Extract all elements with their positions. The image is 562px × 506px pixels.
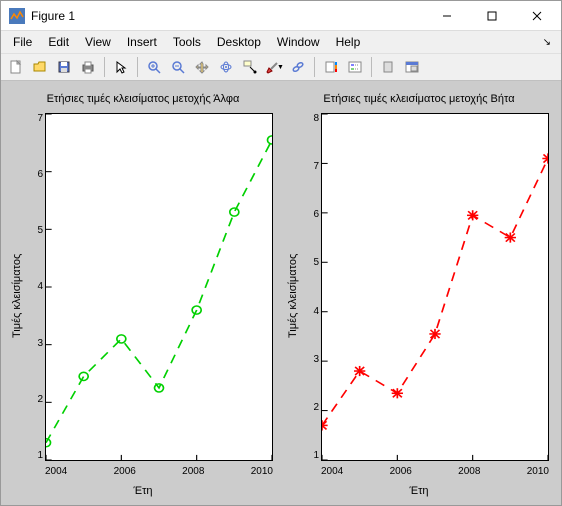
x-ticks: 2004200620082010 <box>321 466 549 477</box>
toolbar: ▼ <box>1 53 561 81</box>
menu-desktop[interactable]: Desktop <box>209 33 269 51</box>
menu-window[interactable]: Window <box>269 33 328 51</box>
open-button[interactable] <box>29 56 51 78</box>
subplot-2: Ετήσιες τιμές κλεισίματος μετοχής Βήτα Τ… <box>285 93 553 497</box>
menu-bar: File Edit View Insert Tools Desktop Wind… <box>1 31 561 53</box>
plot-area[interactable] <box>45 113 273 461</box>
app-icon <box>9 8 25 24</box>
legend-button[interactable] <box>344 56 366 78</box>
pointer-button[interactable] <box>110 56 132 78</box>
undock-icon[interactable]: ↘ <box>543 37 557 48</box>
menu-help[interactable]: Help <box>328 33 369 51</box>
y-ticks: 7654321 <box>25 113 43 461</box>
zoom-out-button[interactable] <box>167 56 189 78</box>
menu-view[interactable]: View <box>77 33 119 51</box>
dock-button[interactable] <box>401 56 423 78</box>
window-title: Figure 1 <box>31 9 424 23</box>
zoom-in-button[interactable] <box>143 56 165 78</box>
figure-area: Ετήσιες τιμές κλεισίματος μετοχής Άλφα Τ… <box>1 81 561 505</box>
y-ticks: 87654321 <box>301 113 319 461</box>
toolbar-separator <box>314 57 315 77</box>
menu-insert[interactable]: Insert <box>119 33 165 51</box>
plot-area[interactable] <box>321 113 549 461</box>
toolbar-separator <box>104 57 105 77</box>
toolbar-separator <box>371 57 372 77</box>
chart-title: Ετήσιες τιμές κλεισίματος μετοχής Άλφα <box>47 93 240 105</box>
axes-1[interactable]: 7654321 2004200620082010 <box>25 109 277 483</box>
menu-file[interactable]: File <box>5 33 40 51</box>
x-ticks: 2004200620082010 <box>45 466 273 477</box>
x-axis-label: Έτη <box>409 485 428 497</box>
chart-title: Ετήσιες τιμές κλεισίματος μετοχής Βήτα <box>323 93 514 105</box>
subplot-1: Ετήσιες τιμές κλεισίματος μετοχής Άλφα Τ… <box>9 93 277 497</box>
save-button[interactable] <box>53 56 75 78</box>
brush-button[interactable]: ▼ <box>263 56 285 78</box>
x-axis-label: Έτη <box>133 485 152 497</box>
colorbar-button[interactable] <box>320 56 342 78</box>
new-figure-button[interactable] <box>5 56 27 78</box>
toolbar-separator <box>137 57 138 77</box>
rotate-button[interactable] <box>215 56 237 78</box>
print-button[interactable] <box>77 56 99 78</box>
y-axis-label: Τιμές κλεισίματος <box>9 109 25 483</box>
pan-button[interactable] <box>191 56 213 78</box>
menu-edit[interactable]: Edit <box>40 33 77 51</box>
axes-2[interactable]: 87654321 2004200620082010 <box>301 109 553 483</box>
hide-tools-button[interactable] <box>377 56 399 78</box>
menu-tools[interactable]: Tools <box>165 33 209 51</box>
figure-window: Figure 1 File Edit View Insert Tools Des… <box>0 0 562 506</box>
link-button[interactable] <box>287 56 309 78</box>
close-button[interactable] <box>514 1 559 30</box>
minimize-button[interactable] <box>424 1 469 30</box>
datacursor-button[interactable] <box>239 56 261 78</box>
maximize-button[interactable] <box>469 1 514 30</box>
title-bar: Figure 1 <box>1 1 561 31</box>
y-axis-label: Τιμές κλεισίματος <box>285 109 301 483</box>
